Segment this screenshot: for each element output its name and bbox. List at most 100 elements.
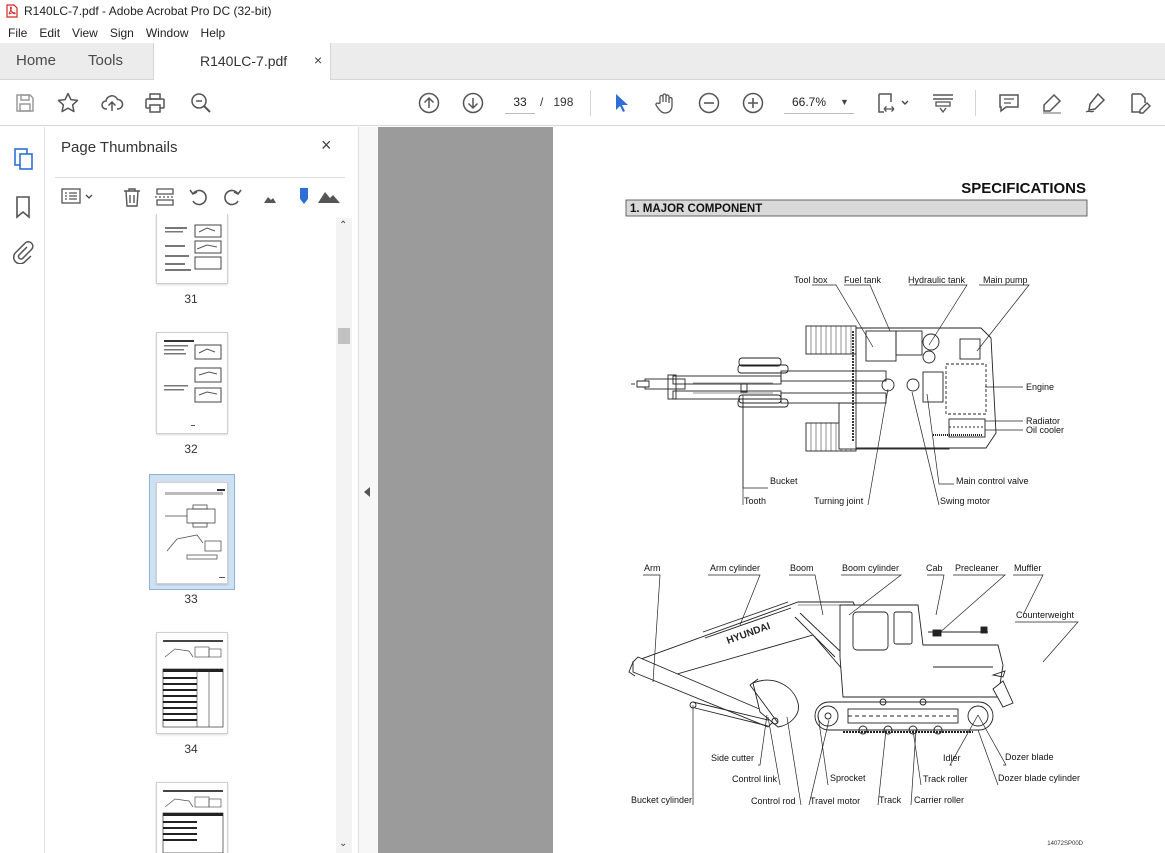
section-title: 1. MAJOR COMPONENT: [630, 203, 762, 215]
thumbnail-label: 33: [184, 592, 198, 606]
attachment-icon[interactable]: [11, 240, 35, 265]
label-counterweight: Counterweight: [1016, 610, 1075, 620]
label-engine: Engine: [1026, 382, 1054, 392]
thumbnail-page-31[interactable]: [156, 214, 228, 284]
tab-document-label: R140LC-7.pdf: [200, 53, 288, 69]
scroll-mode-icon[interactable]: [931, 91, 955, 115]
select-cursor-icon[interactable]: [609, 91, 633, 115]
tab-document[interactable]: R140LC-7.pdf ×: [153, 43, 331, 80]
label-control-link: Control link: [732, 774, 778, 784]
page-thumbnails-icon[interactable]: [11, 147, 35, 171]
menu-view[interactable]: View: [66, 26, 104, 40]
rotate-right-icon[interactable]: [221, 186, 243, 208]
label-turning-joint: Turning joint: [814, 496, 864, 506]
label-arm: Arm: [644, 563, 661, 573]
label-fuel-tank: Fuel tank: [844, 275, 882, 285]
menu-help[interactable]: Help: [195, 26, 232, 40]
label-swing-motor: Swing motor: [940, 496, 990, 506]
label-main-pump: Main pump: [983, 275, 1028, 285]
bookmark-icon[interactable]: [12, 195, 34, 219]
zoom-level-select[interactable]: 66.7% ▼: [784, 90, 854, 114]
panel-toolbar: [55, 177, 345, 208]
thumbnail-label: 31: [184, 292, 198, 306]
star-icon[interactable]: [56, 91, 80, 115]
label-main-control-valve: Main control valve: [956, 476, 1029, 486]
tab-bar: Home Tools R140LC-7.pdf ×: [0, 43, 1165, 80]
page-number-input[interactable]: 33: [505, 90, 535, 114]
label-bucket: Bucket: [770, 476, 798, 486]
label-side-cutter: Side cutter: [711, 753, 754, 763]
collapse-arrow-icon[interactable]: [364, 487, 370, 497]
hand-tool-icon[interactable]: [653, 91, 677, 115]
thumbnail-smaller-icon[interactable]: [263, 192, 277, 203]
label-oil-cooler: Oil cooler: [1026, 425, 1064, 435]
label-dozer-blade-cylinder: Dozer blade cylinder: [998, 773, 1080, 783]
top-view-diagram: [631, 325, 997, 452]
scroll-down-icon[interactable]: ⌄: [339, 838, 347, 849]
thumbnail-list: 31 32 33 34: [45, 214, 335, 853]
label-tooth: Tooth: [744, 496, 766, 506]
window-title: R140LC-7.pdf - Adobe Acrobat Pro DC (32-…: [24, 4, 272, 18]
previous-page-icon[interactable]: [417, 91, 441, 115]
label-travel-motor: Travel motor: [810, 796, 860, 806]
zoom-level-value: 66.7%: [792, 95, 827, 109]
label-precleaner: Precleaner: [955, 563, 999, 573]
rotate-left-icon[interactable]: [188, 186, 210, 208]
pdf-page: SPECIFICATIONS 1. MAJOR COMPONENT Tool b…: [553, 127, 1165, 853]
upload-cloud-icon[interactable]: [100, 91, 124, 115]
toolbar: 33 / 198 66.7% ▼: [0, 80, 1165, 126]
menu-window[interactable]: Window: [140, 26, 195, 40]
zoom-search-icon[interactable]: [189, 91, 213, 115]
label-bucket-cylinder: Bucket cylinder: [631, 795, 692, 805]
label-cab: Cab: [926, 563, 943, 573]
thumbnail-page-35[interactable]: [156, 782, 228, 853]
thumbnail-label: 34: [184, 742, 198, 756]
thumbnail-page-32[interactable]: [156, 332, 228, 434]
panel-close-icon[interactable]: ×: [321, 135, 332, 156]
label-carrier-roller: Carrier roller: [914, 795, 964, 805]
thumbnail-options-icon[interactable]: [61, 188, 95, 206]
doc-heading: SPECIFICATIONS: [961, 180, 1086, 197]
save-icon[interactable]: [13, 91, 37, 115]
page-count: 198: [553, 95, 574, 109]
panel-scrollbar-thumb[interactable]: [338, 328, 350, 344]
print-icon[interactable]: [143, 91, 167, 115]
label-track: Track: [879, 795, 902, 805]
page-separator: /: [540, 95, 544, 109]
side-view-diagram: [628, 601, 1014, 735]
thumbnail-larger-icon[interactable]: [317, 188, 341, 204]
menu-file[interactable]: File: [2, 26, 33, 40]
menu-edit[interactable]: Edit: [33, 26, 66, 40]
scroll-up-icon[interactable]: ⌃: [339, 220, 347, 231]
toolbar-divider: [975, 90, 976, 116]
panel-collapse-handle[interactable]: [358, 127, 378, 853]
edit-pdf-icon[interactable]: [1127, 91, 1151, 115]
label-tool-box: Tool box: [794, 275, 828, 285]
panel-scrollbar[interactable]: ⌃ ⌄: [336, 218, 352, 853]
tab-close-icon[interactable]: ×: [314, 52, 322, 68]
label-boom: Boom: [790, 563, 814, 573]
comment-icon[interactable]: [997, 91, 1021, 115]
left-rail: [0, 127, 45, 853]
menu-bar: File Edit View Sign Window Help: [0, 22, 1165, 43]
page-fit-icon[interactable]: [876, 91, 912, 115]
label-hydraulic-tank: Hydraulic tank: [908, 275, 966, 285]
highlight-pen-icon[interactable]: [1040, 91, 1064, 115]
tab-home[interactable]: Home: [16, 43, 56, 79]
thumbnail-page-33[interactable]: [156, 482, 228, 584]
tab-tools[interactable]: Tools: [88, 43, 123, 79]
draw-sign-icon[interactable]: [1083, 91, 1107, 115]
next-page-icon[interactable]: [461, 91, 485, 115]
zoom-out-icon[interactable]: [697, 91, 721, 115]
figure-code: 14072SP00D: [1047, 841, 1083, 847]
thumbnail-page-34[interactable]: [156, 632, 228, 734]
thumbnail-size-slider[interactable]: [298, 187, 310, 205]
pdf-file-icon: [6, 4, 18, 18]
insert-page-icon[interactable]: [154, 186, 176, 208]
panel-title: Page Thumbnails: [61, 139, 178, 156]
label-muffler: Muffler: [1014, 563, 1041, 573]
zoom-in-icon[interactable]: [741, 91, 765, 115]
label-track-roller: Track roller: [923, 774, 968, 784]
delete-page-icon[interactable]: [121, 186, 143, 208]
menu-sign[interactable]: Sign: [104, 26, 140, 40]
